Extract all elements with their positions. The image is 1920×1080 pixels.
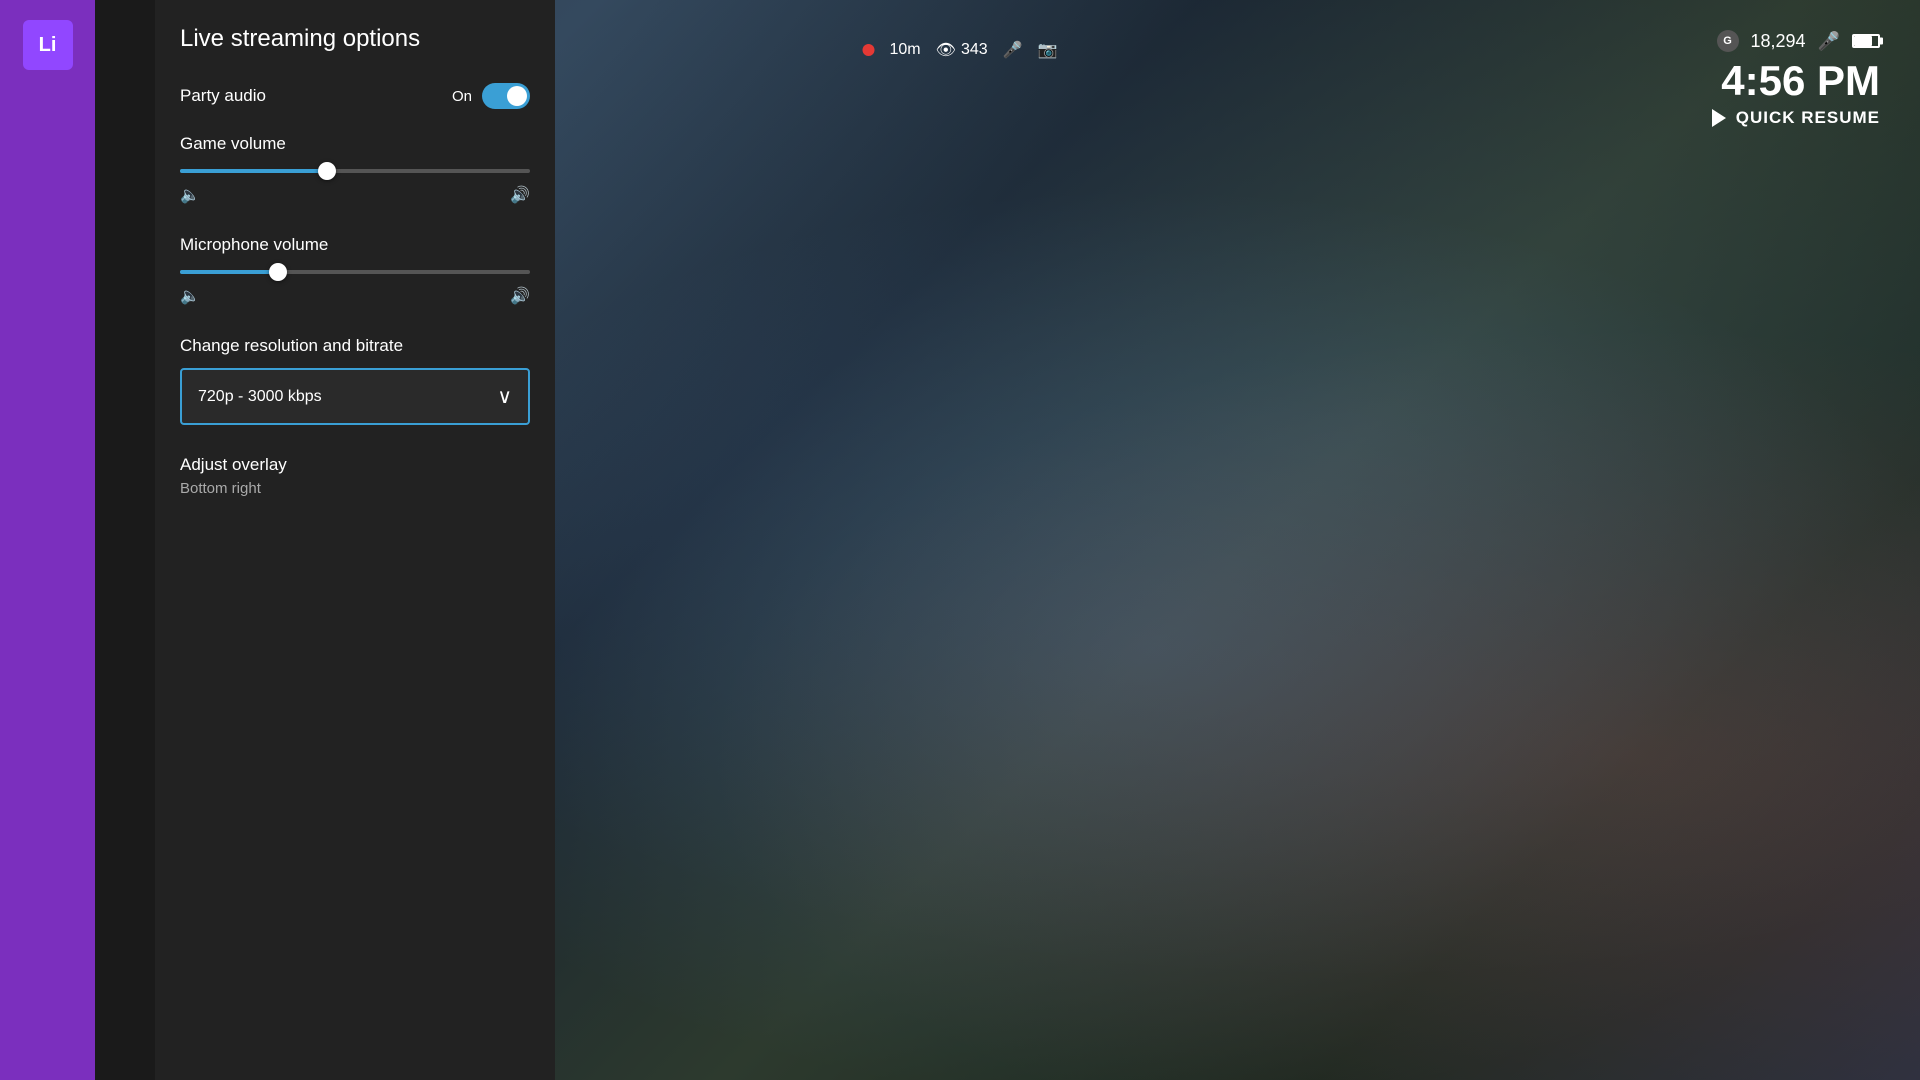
battery-fill (1854, 36, 1872, 46)
quick-resume-button[interactable]: QUICK RESUME (1712, 108, 1880, 128)
mic-volume-slider-track[interactable] (180, 270, 530, 274)
twitch-logo-text: Li (39, 34, 57, 57)
gamertag-row: G 18,294 🎤 (1712, 30, 1880, 52)
hud-top-right: G 18,294 🎤 4:56 PM QUICK RESUME (1712, 30, 1880, 128)
game-volume-icons: 🔈 🔊 (180, 185, 530, 205)
adjust-overlay-title[interactable]: Adjust overlay (180, 455, 530, 475)
party-audio-toggle-row: On (452, 83, 530, 109)
game-volume-thumb[interactable] (318, 162, 336, 180)
resolution-dropdown[interactable]: 720p - 3000 kbps ∨ (180, 368, 530, 425)
mic-volume-low-icon: 🔈 (180, 286, 200, 306)
gamerscore: 18,294 (1751, 31, 1806, 52)
microphone-volume-label: Microphone volume (180, 235, 530, 255)
mic-volume-fill (180, 270, 278, 274)
sidebar: Li (0, 0, 155, 1080)
party-audio-toggle[interactable] (482, 83, 530, 109)
mic-volume-icons: 🔈 🔊 (180, 286, 530, 306)
game-volume-slider-track[interactable] (180, 169, 530, 173)
microphone-hud-icon: 🎤 (1003, 40, 1023, 60)
panel-title: Live streaming options (180, 25, 530, 53)
adjust-overlay-subtitle: Bottom right (180, 480, 530, 497)
live-streaming-options-panel: Live streaming options Party audio On Ga… (155, 0, 555, 1080)
system-clock: 4:56 PM (1712, 57, 1880, 105)
party-audio-label: Party audio (180, 86, 266, 106)
hud-top-center: 10m 👁 343 🎤 📷 (863, 40, 1058, 60)
volume-high-icon: 🔊 (510, 185, 530, 205)
game-volume-section: Game volume 🔈 🔊 (180, 134, 530, 205)
chevron-down-icon: ∨ (497, 384, 512, 409)
party-audio-row: Party audio On (180, 83, 530, 109)
volume-low-icon: 🔈 (180, 185, 200, 205)
mic-volume-high-icon: 🔊 (510, 286, 530, 306)
camera-hud-icon: 📷 (1038, 40, 1058, 60)
twitch-logo-area[interactable]: Li (23, 20, 73, 70)
viewer-count: 343 (961, 41, 988, 59)
game-volume-fill (180, 169, 327, 173)
eye-icon: 👁 (936, 40, 956, 60)
live-indicator-dot (863, 44, 875, 56)
adjust-overlay-section: Adjust overlay Bottom right (180, 455, 530, 497)
microphone-volume-section: Microphone volume 🔈 🔊 (180, 235, 530, 306)
g-circle-icon: G (1717, 30, 1739, 52)
battery-icon (1852, 34, 1880, 48)
stream-elapsed-time: 10m (890, 41, 921, 59)
twitch-sidebar-bar: Li (0, 0, 95, 1080)
game-volume-label: Game volume (180, 134, 530, 154)
resolution-section: Change resolution and bitrate 720p - 300… (180, 336, 530, 425)
party-audio-status: On (452, 88, 472, 105)
mic-volume-thumb[interactable] (269, 263, 287, 281)
quick-resume-play-icon (1712, 109, 1726, 127)
resolution-label: Change resolution and bitrate (180, 336, 530, 356)
hud-mic-icon: 🎤 (1818, 31, 1840, 52)
viewer-count-display: 👁 343 (936, 40, 988, 60)
quick-resume-label: QUICK RESUME (1736, 108, 1880, 128)
resolution-selected-value: 720p - 3000 kbps (198, 388, 322, 406)
